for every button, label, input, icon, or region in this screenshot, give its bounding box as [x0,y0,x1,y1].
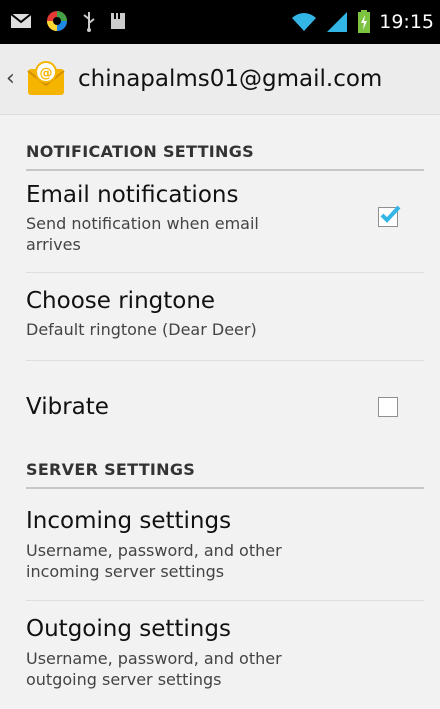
pref-title: Incoming settings [26,508,232,534]
status-bar: 19:15 [0,0,440,44]
colored-app-icon [47,11,67,31]
pref-summary: Default ringtone (Dear Deer) [26,320,257,339]
pref-title: Outgoing settings [26,616,231,642]
action-bar: ‹ @ chinapalms01@gmail.com [0,44,440,115]
section-header-notification: NOTIFICATION SETTINGS [26,115,424,171]
usb-icon [83,12,95,32]
vibrate-checkbox[interactable] [378,397,398,417]
pref-email-notifications[interactable]: Email notifications Send notification wh… [26,171,424,273]
section-title: SERVER SETTINGS [26,460,196,479]
checkmark-icon [380,205,401,223]
clock: 19:15 [379,11,434,33]
pref-summary: Username, password, and other incoming s… [26,541,282,581]
svg-text:@: @ [40,66,53,81]
pref-choose-ringtone[interactable]: Choose ringtone Default ringtone (Dear D… [26,273,424,361]
chevron-left-icon[interactable]: ‹ [6,68,20,90]
pref-title: Choose ringtone [26,288,216,314]
email-app-icon[interactable]: @ [26,59,66,99]
battery-charging-icon [358,10,371,33]
storage-icon [111,13,125,29]
pref-incoming-settings[interactable]: Incoming settings Username, password, an… [26,489,424,601]
email-notifications-checkbox[interactable] [378,205,401,227]
pref-summary: Send notification when email arrives [26,214,259,254]
signal-icon [327,12,348,32]
section-header-server: SERVER SETTINGS [26,453,424,489]
pref-outgoing-settings[interactable]: Outgoing settings Username, password, an… [26,601,424,701]
section-title: NOTIFICATION SETTINGS [26,142,255,161]
pref-title: Email notifications [26,182,239,208]
account-title: chinapalms01@gmail.com [78,66,383,92]
mail-icon [10,13,32,28]
pref-title: Vibrate [26,394,109,420]
pref-summary: Username, password, and other outgoing s… [26,649,282,689]
pref-vibrate[interactable]: Vibrate [26,361,424,453]
wifi-icon [292,13,317,31]
